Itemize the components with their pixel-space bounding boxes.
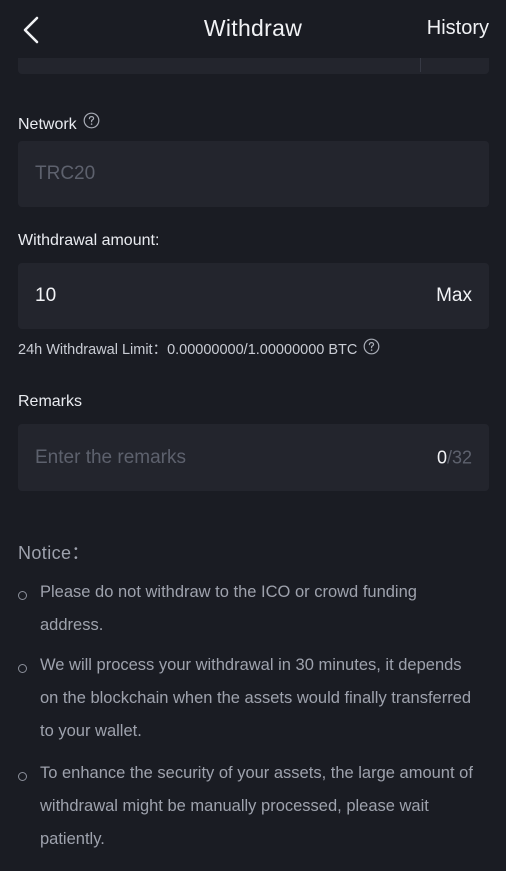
network-label-row: Network bbox=[18, 112, 100, 136]
remarks-label: Remarks bbox=[18, 393, 83, 410]
withdrawal-limit-label: 24h Withdrawal Limit： bbox=[18, 342, 168, 358]
bullet-circle-icon bbox=[18, 664, 27, 673]
remarks-placeholder: Enter the remarks bbox=[35, 446, 186, 468]
remarks-input[interactable]: Enter the remarks 0/32 bbox=[18, 424, 489, 491]
amount-input[interactable]: 10 Max bbox=[18, 263, 489, 329]
address-field-divider bbox=[420, 58, 421, 72]
amount-value: 10 bbox=[35, 285, 57, 306]
notice-item-text: To enhance the security of your assets, … bbox=[40, 764, 473, 848]
remarks-count-total: /32 bbox=[446, 447, 472, 467]
max-button[interactable]: Max bbox=[436, 285, 472, 307]
notice-item-text: Please do not withdraw to the ICO or cro… bbox=[40, 583, 417, 634]
bullet-circle-icon bbox=[18, 772, 27, 781]
network-value: TRC20 bbox=[35, 163, 96, 184]
top-nav-bar: Withdraw History bbox=[0, 0, 506, 58]
amount-label: Withdrawal amount: bbox=[18, 232, 160, 249]
network-select[interactable]: TRC20 bbox=[18, 141, 489, 207]
withdrawal-limit-value: 0.00000000/1.00000000 BTC bbox=[167, 342, 358, 358]
bullet-circle-icon bbox=[18, 591, 27, 600]
remarks-char-counter: 0/32 bbox=[437, 447, 472, 468]
withdrawal-limit-row: 24h Withdrawal Limit：0.00000000/1.000000… bbox=[18, 338, 380, 361]
remarks-count-current: 0 bbox=[436, 447, 447, 467]
question-circle-icon[interactable] bbox=[363, 338, 380, 359]
notice-title: Notice： bbox=[18, 543, 90, 563]
history-button[interactable]: History bbox=[427, 17, 489, 40]
notice-item-text: We will process your withdrawal in 30 mi… bbox=[40, 656, 472, 740]
network-label: Network bbox=[18, 116, 77, 134]
question-circle-icon[interactable] bbox=[83, 112, 100, 134]
